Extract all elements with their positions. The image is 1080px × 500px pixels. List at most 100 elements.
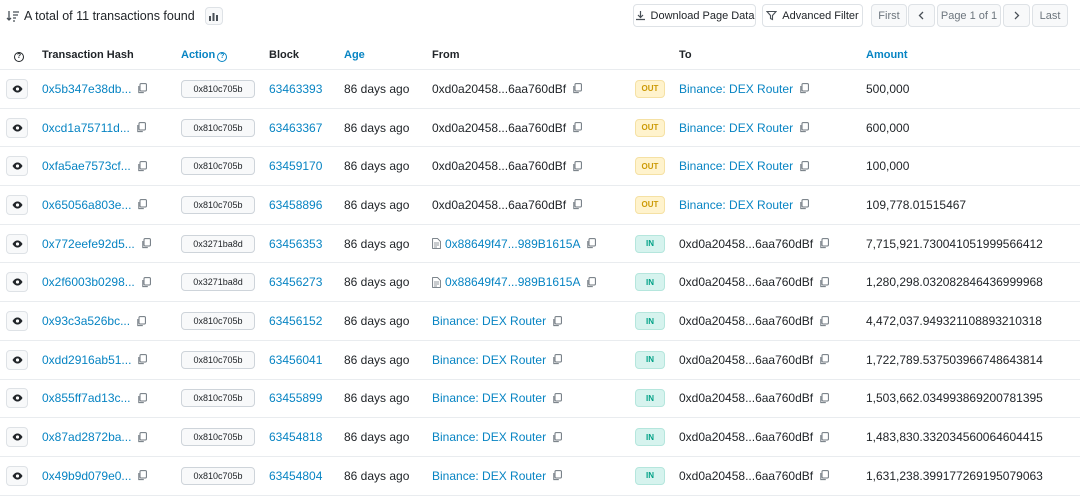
copy-icon[interactable] [552, 354, 562, 365]
view-details-button[interactable] [6, 465, 28, 486]
from-address: 0xd0a20458...6aa760dBf [432, 197, 567, 212]
copy-icon[interactable] [137, 470, 148, 481]
copy-icon[interactable] [572, 199, 583, 210]
copy-icon[interactable] [552, 431, 562, 443]
copy-icon[interactable] [552, 315, 562, 327]
table-row: 0xdd2916ab51... 0x810c705b 63456041 86 days… [0, 341, 1080, 380]
table-toolbar: A total of 11 transactions found Downloa… [0, 0, 1080, 32]
transaction-hash-link[interactable]: 0x65056a803e... [42, 198, 131, 212]
view-details-button[interactable] [6, 117, 28, 138]
block-link[interactable]: 63463367 [269, 121, 322, 135]
from-address[interactable]: Binance: DEX Router [432, 469, 546, 483]
direction-badge: OUT [635, 118, 665, 137]
copy-icon[interactable] [137, 83, 148, 94]
view-details-button[interactable] [6, 311, 28, 332]
copy-icon[interactable] [552, 470, 562, 481]
column-age[interactable]: Age [344, 49, 365, 61]
advanced-filter-button[interactable]: Advanced Filter [762, 4, 863, 27]
copy-icon[interactable] [137, 393, 147, 404]
method-badge: 0x810c705b [181, 350, 255, 369]
block-link[interactable]: 63455899 [269, 391, 322, 405]
action-help-icon[interactable]: ? [217, 52, 228, 62]
copy-icon[interactable] [586, 276, 597, 288]
direction-badge: IN [635, 389, 665, 408]
block-link[interactable]: 63463393 [269, 82, 322, 96]
first-page-button[interactable]: First [871, 4, 907, 27]
from-address[interactable]: Binance: DEX Router [432, 314, 546, 328]
copy-icon[interactable] [819, 393, 830, 404]
to-address[interactable]: Binance: DEX Router [679, 82, 793, 96]
copy-icon[interactable] [799, 199, 809, 210]
copy-icon[interactable] [552, 393, 562, 404]
block-link[interactable]: 63456273 [269, 275, 322, 289]
copy-icon[interactable] [819, 238, 830, 249]
from-address[interactable]: Binance: DEX Router [432, 391, 546, 405]
next-page-button[interactable] [1003, 4, 1030, 27]
transaction-hash-link[interactable]: 0xdd2916ab51... [42, 353, 131, 367]
table-row: 0x5b347e38db... 0x810c705b 63463393 86 days… [0, 70, 1080, 109]
view-details-button[interactable] [6, 349, 28, 370]
transaction-hash-link[interactable]: 0x855ff7ad13c... [42, 391, 131, 405]
from-address[interactable]: 0x88649f47...989B1615A [445, 237, 580, 251]
copy-icon[interactable] [586, 238, 597, 249]
copy-icon[interactable] [819, 315, 830, 327]
copy-icon[interactable] [819, 431, 830, 443]
table-row: 0xfa5ae7573cf... 0x810c705b 63459170 86 day… [0, 147, 1080, 187]
copy-icon[interactable] [137, 199, 148, 210]
view-details-button[interactable] [6, 427, 28, 448]
copy-icon[interactable] [141, 238, 151, 249]
transaction-hash-link[interactable]: 0x2f6003b0298... [42, 275, 135, 289]
column-action[interactable]: Action? [181, 49, 228, 62]
transaction-hash-link[interactable]: 0x772eefe92d5... [42, 237, 135, 251]
info-header-icon[interactable]: ? [12, 49, 24, 62]
to-address[interactable]: Binance: DEX Router [679, 159, 793, 173]
copy-icon[interactable] [137, 160, 147, 172]
download-page-data-button[interactable]: Download Page Data [633, 4, 756, 27]
copy-icon[interactable] [136, 315, 146, 327]
view-details-button[interactable] [6, 233, 28, 254]
transaction-hash-link[interactable]: 0xcd1a75711d... [42, 121, 130, 135]
transaction-hash-link[interactable]: 0x93c3a526bc... [42, 314, 130, 328]
to-address[interactable]: Binance: DEX Router [679, 198, 793, 212]
to-address[interactable]: Binance: DEX Router [679, 121, 793, 135]
eye-icon [12, 162, 22, 170]
block-link[interactable]: 63459170 [269, 159, 322, 173]
from-address[interactable]: Binance: DEX Router [432, 430, 546, 444]
copy-icon[interactable] [141, 276, 151, 288]
block-link[interactable]: 63458896 [269, 198, 322, 212]
view-details-button[interactable] [6, 194, 28, 215]
age-text: 86 days ago [344, 120, 410, 135]
block-link[interactable]: 63454818 [269, 430, 322, 444]
copy-icon[interactable] [799, 122, 809, 133]
last-page-button[interactable]: Last [1032, 4, 1068, 27]
copy-icon[interactable] [819, 470, 830, 481]
copy-icon[interactable] [572, 160, 583, 172]
chart-toggle-button[interactable] [204, 7, 223, 25]
previous-page-button[interactable] [908, 4, 935, 27]
from-address[interactable]: 0x88649f47...989B1615A [445, 275, 580, 289]
from-address[interactable]: Binance: DEX Router [432, 353, 546, 367]
copy-icon[interactable] [819, 276, 830, 288]
copy-icon[interactable] [819, 354, 830, 365]
view-details-button[interactable] [6, 272, 28, 293]
block-link[interactable]: 63456041 [269, 353, 322, 367]
transaction-hash-link[interactable]: 0xfa5ae7573cf... [42, 159, 131, 173]
block-link[interactable]: 63454804 [269, 469, 322, 483]
column-amount[interactable]: Amount [866, 49, 908, 61]
copy-icon[interactable] [799, 83, 809, 94]
copy-icon[interactable] [137, 431, 148, 443]
copy-icon[interactable] [799, 160, 809, 172]
view-details-button[interactable] [6, 156, 28, 177]
transaction-hash-link[interactable]: 0x49b9d079e0... [42, 469, 131, 483]
copy-icon[interactable] [572, 122, 583, 133]
block-link[interactable]: 63456353 [269, 237, 322, 251]
copy-icon[interactable] [137, 354, 148, 365]
method-badge: 0x810c705b [181, 312, 255, 331]
view-details-button[interactable] [6, 388, 28, 409]
transaction-hash-link[interactable]: 0x5b347e38db... [42, 82, 131, 96]
view-details-button[interactable] [6, 78, 28, 99]
copy-icon[interactable] [136, 122, 146, 133]
transaction-hash-link[interactable]: 0x87ad2872ba... [42, 430, 131, 444]
copy-icon[interactable] [572, 83, 583, 94]
block-link[interactable]: 63456152 [269, 314, 322, 328]
